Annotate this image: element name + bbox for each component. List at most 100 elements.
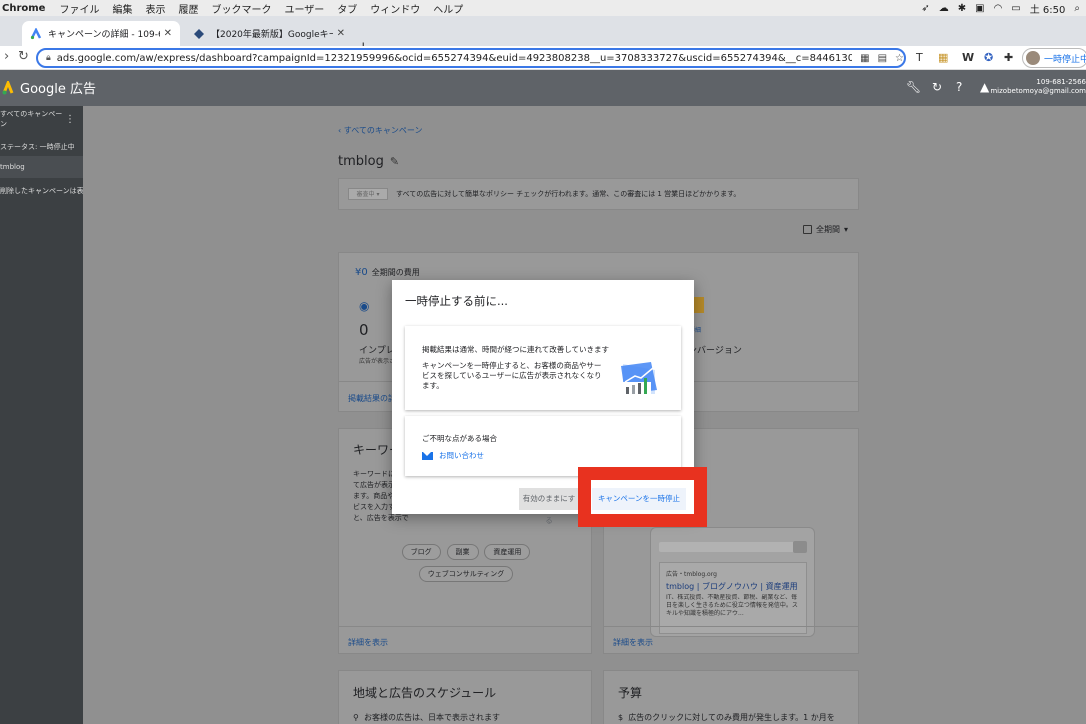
budget-title: 予算 bbox=[618, 686, 643, 700]
card-icon[interactable]: ▤ bbox=[878, 53, 887, 64]
menu-help[interactable]: ヘルプ bbox=[433, 1, 463, 16]
sidebar-header[interactable]: すべてのキャンペーン ⋮ bbox=[0, 110, 83, 128]
menubar-clock[interactable]: 土 6:50 bbox=[1030, 1, 1066, 16]
cost-label: 全期間の費用 bbox=[371, 268, 420, 277]
menubar-app-name[interactable]: Chrome bbox=[2, 3, 45, 14]
divider bbox=[339, 626, 591, 627]
menu-edit[interactable]: 編集 bbox=[112, 1, 132, 16]
ad-display-url: 広告・tmblog.org bbox=[666, 571, 717, 578]
sidebar-item-tmblog[interactable]: tmblog bbox=[0, 156, 83, 178]
keyword-chip[interactable]: ウェブコンサルティング bbox=[418, 566, 514, 582]
reload-icon[interactable]: ↻ bbox=[18, 49, 29, 64]
budget-card: 予算 $ 広告のクリックに対してのみ費用が発生します。1 か月を bbox=[603, 670, 859, 724]
menu-view[interactable]: 表示 bbox=[145, 1, 165, 16]
performance-info-card: 掲載結果は通常、時間が経つに連れて改善していきます キャンペーンを一時停止すると… bbox=[405, 326, 681, 410]
menu-users[interactable]: ユーザー bbox=[284, 1, 324, 16]
grid-icon[interactable]: ▦ bbox=[860, 53, 869, 64]
product-name: Google 広告 bbox=[20, 82, 96, 97]
dialog-title: 一時停止する前に... bbox=[405, 294, 508, 308]
keyword-chip[interactable]: ブログ bbox=[401, 544, 441, 560]
keep-active-button[interactable]: 有効のままにする bbox=[519, 488, 579, 525]
lock-icon[interactable]: 🔒︎ bbox=[46, 53, 51, 63]
review-message: すべての広告に対して簡単なポリシー チェックが行われます。通常、この審査には 1… bbox=[396, 190, 741, 198]
pause-campaign-dialog: 一時停止する前に... 掲載結果は通常、時間が経つに連れて改善していきます キャ… bbox=[392, 280, 694, 525]
google-ads-logo[interactable]: Google 広告 bbox=[2, 78, 96, 97]
tab-title: キャンペーンの詳細 - 109-681-2 bbox=[48, 30, 160, 40]
back-link-label: すべてのキャンペーン bbox=[343, 126, 423, 135]
cost-value: ¥0 bbox=[355, 267, 368, 278]
edit-pencil-icon[interactable]: ✎ bbox=[390, 155, 399, 168]
keywords-details-link[interactable]: 詳細を表示 bbox=[348, 637, 388, 648]
info-body: キャンペーンを一時停止すると、お客様の商品やサービスを探しているユーザーに広告が… bbox=[422, 361, 602, 390]
tab-keyword-article[interactable]: 【2020年最新版】Googleキーワ ✕ bbox=[185, 21, 353, 46]
tools-wrench-icon[interactable]: 🔧︎ bbox=[906, 80, 921, 94]
menu-window[interactable]: ウィンドウ bbox=[370, 1, 420, 16]
location-text: ⚲ お客様の広告は、日本で表示されます bbox=[353, 712, 500, 723]
google-ads-header: Google 広告 🔧︎ ↻ ? ▲ 109-681-2566 mizobeto… bbox=[0, 70, 1086, 106]
wifi-icon[interactable]: ◠ bbox=[994, 3, 1003, 14]
preview-ad-box: 広告・tmblog.org tmblog | ブログノウハウ | 資産運用 IT… bbox=[659, 562, 807, 634]
total-cost: ¥0 全期間の費用 bbox=[355, 267, 420, 278]
contact-us-link[interactable]: お問い合わせ bbox=[422, 450, 484, 461]
address-bar[interactable]: 🔒︎ ads.google.com/aw/express/dashboard?c… bbox=[36, 48, 906, 68]
tab-campaign-details[interactable]: キャンペーンの詳細 - 109-681-2 ✕ bbox=[22, 21, 180, 46]
google-ads-favicon-icon bbox=[30, 27, 42, 39]
keyword-chips: ブログ 副業 資産運用 ウェブコンサルティング bbox=[339, 541, 593, 585]
pause-campaign-button[interactable]: キャンペーンを一時停止 bbox=[592, 488, 686, 510]
macos-menubar: Chrome ファイル 編集 表示 履歴 ブックマーク ユーザー タブ ウィンド… bbox=[0, 0, 1086, 16]
profile-chip[interactable]: 一時停止中 bbox=[1022, 48, 1086, 68]
menu-bookmarks[interactable]: ブックマーク bbox=[211, 1, 271, 16]
browser-toolbar: › ↻ 🔒︎ ads.google.com/aw/express/dashboa… bbox=[0, 46, 1086, 70]
input-method-icon[interactable]: ▣ bbox=[975, 3, 984, 14]
browser-tab-strip: キャンペーンの詳細 - 109-681-2 ✕ 【2020年最新版】Google… bbox=[0, 16, 1086, 56]
notifications-bell-icon[interactable]: ▲ bbox=[980, 80, 989, 94]
help-icon[interactable]: ? bbox=[956, 80, 962, 94]
campaign-name: tmblog bbox=[338, 154, 384, 169]
back-arrow-icon[interactable]: › bbox=[4, 49, 9, 64]
menu-history[interactable]: 履歴 bbox=[178, 1, 198, 16]
cloud-icon[interactable]: ☁ bbox=[939, 3, 949, 14]
review-chip-label: 審査中 bbox=[356, 191, 375, 198]
bookmark-star-icon[interactable]: ☆ bbox=[895, 53, 904, 64]
more-vert-icon[interactable]: ⋮ bbox=[65, 114, 75, 125]
menu-file[interactable]: ファイル bbox=[59, 1, 99, 16]
date-range-selector[interactable]: 全期間 ▾ bbox=[803, 224, 848, 235]
review-status-box: 審査中 ▾ すべての広告に対して簡単なポリシー チェックが行われます。通常、この… bbox=[338, 178, 859, 210]
help-card: ご不明な点がある場合 お問い合わせ bbox=[405, 416, 681, 476]
extension-table-icon[interactable]: ▦ bbox=[938, 51, 948, 64]
extension-w-icon[interactable]: W bbox=[962, 51, 974, 64]
extension-text-icon[interactable]: T bbox=[916, 51, 923, 64]
bluetooth-icon[interactable]: ✱ bbox=[958, 3, 966, 14]
keyword-chip[interactable]: 副業 bbox=[446, 544, 479, 560]
preview-search-bar bbox=[659, 542, 807, 552]
menu-tab[interactable]: タブ bbox=[337, 1, 357, 16]
profile-avatar bbox=[1026, 51, 1040, 65]
eye-icon: ◉ bbox=[359, 299, 370, 313]
extension-compass-icon[interactable]: ✪ bbox=[984, 51, 993, 64]
contact-us-label: お問い合わせ bbox=[439, 451, 484, 460]
campaign-title: tmblog ✎ bbox=[338, 154, 399, 169]
tab-close-icon[interactable]: ✕ bbox=[337, 28, 345, 39]
budget-text: $ 広告のクリックに対してのみ費用が発生します。1 か月を bbox=[618, 712, 835, 723]
ad-description: IT、株式投資、不動産投資、節税、副業など、毎日を楽しく生きるために役立つ情報を… bbox=[666, 594, 798, 617]
sidebar-removed-note: 削除したキャンペーンは表示されません bbox=[0, 187, 83, 195]
location-pin-icon: ⚲ bbox=[353, 713, 359, 722]
account-info[interactable]: 109-681-2566 mizobetomoya@gmail.com bbox=[990, 78, 1086, 96]
tab-close-icon[interactable]: ✕ bbox=[164, 28, 172, 39]
location-title: 地域と広告のスケジュール bbox=[353, 686, 497, 700]
back-to-campaigns-link[interactable]: ‹ すべてのキャンペーン bbox=[338, 125, 422, 136]
sidebar-status-filter[interactable]: ステータス: 一時停止中 bbox=[0, 140, 83, 154]
battery-icon[interactable]: ▭ bbox=[1011, 3, 1020, 14]
spotlight-search-icon[interactable]: ⌕ bbox=[1074, 3, 1080, 14]
ad-details-link[interactable]: 詳細を表示 bbox=[613, 637, 653, 648]
ad-headline: tmblog | ブログノウハウ | 資産運用 bbox=[666, 582, 798, 591]
extensions-puzzle-icon[interactable]: ✚ bbox=[1004, 51, 1013, 64]
keyword-chip[interactable]: 資産運用 bbox=[484, 544, 531, 560]
rocket-icon[interactable]: ➶ bbox=[921, 3, 929, 14]
sidebar-header-label: すべてのキャンペーン bbox=[0, 110, 63, 128]
address-bar-url[interactable]: ads.google.com/aw/express/dashboard?camp… bbox=[57, 53, 852, 64]
info-heading: 掲載結果は通常、時間が経つに連れて改善していきます bbox=[422, 345, 610, 354]
refresh-icon[interactable]: ↻ bbox=[932, 80, 942, 94]
review-status-chip[interactable]: 審査中 ▾ bbox=[348, 188, 388, 200]
google-ads-logo-icon bbox=[2, 80, 14, 94]
